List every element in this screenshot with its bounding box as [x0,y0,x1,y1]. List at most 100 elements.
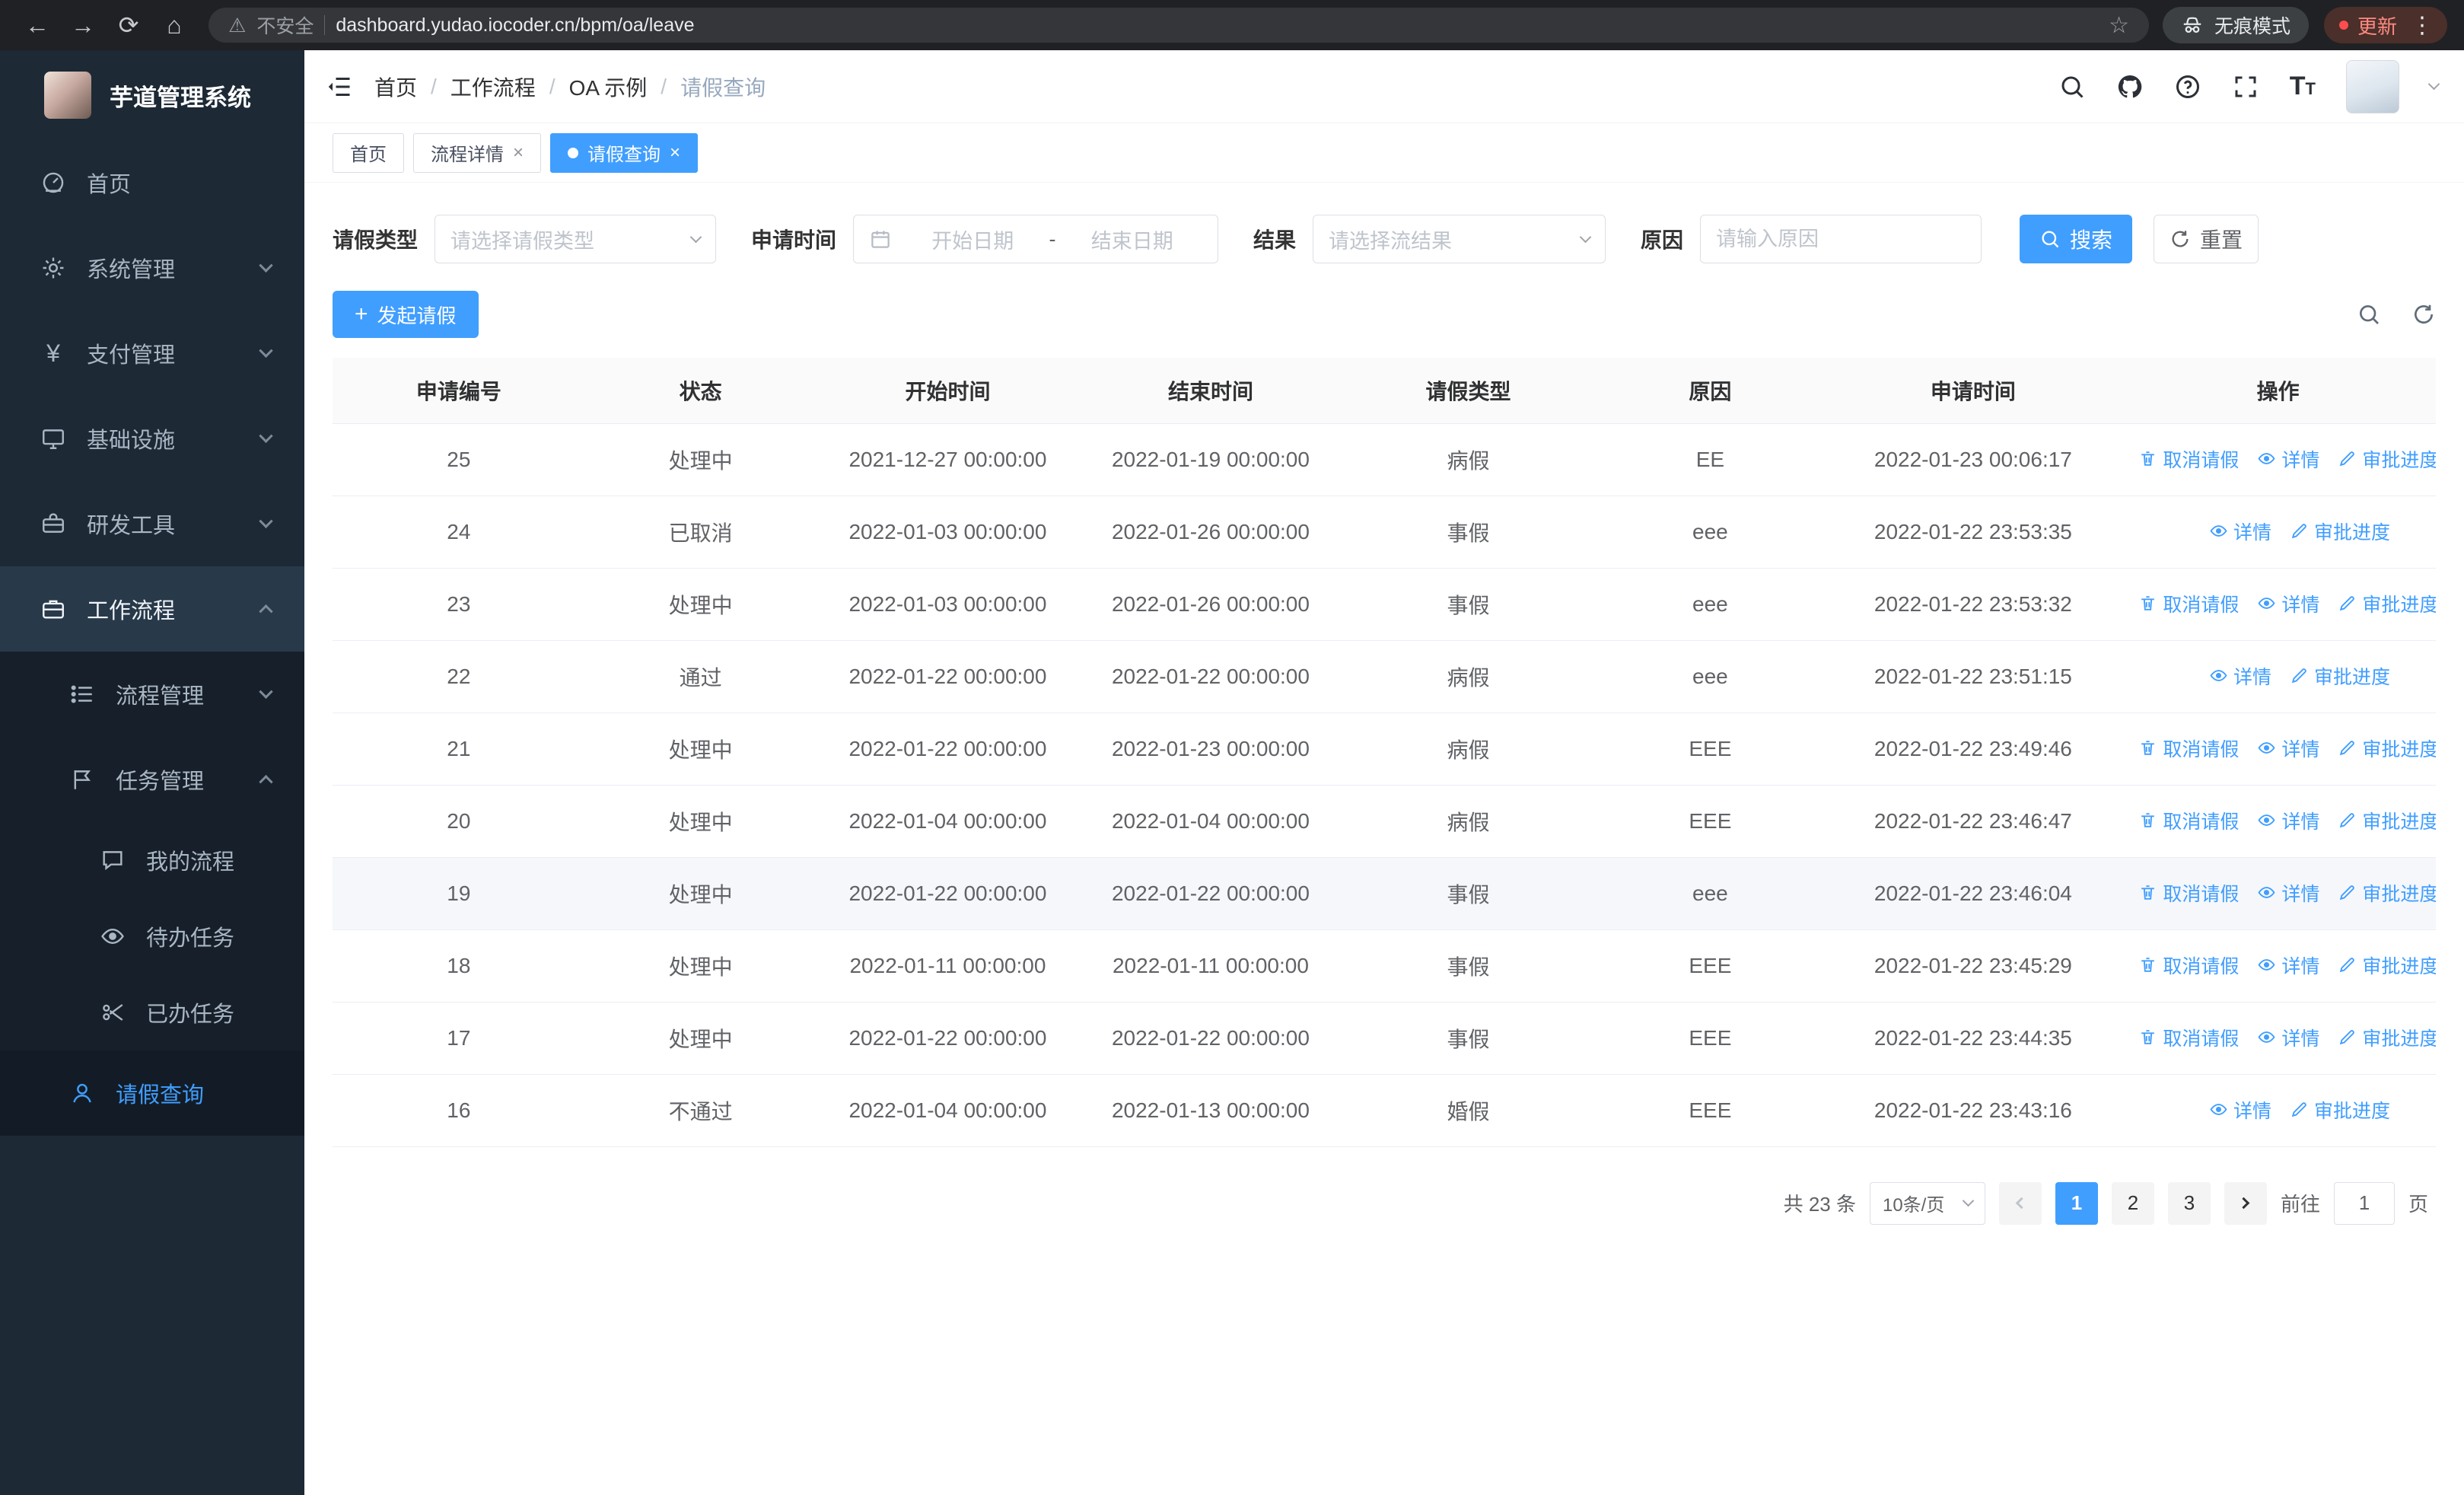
progress-link[interactable]: 审批进度 [2290,662,2390,690]
search-icon [2042,231,2059,248]
page-button-2[interactable]: 2 [2111,1181,2154,1225]
user-avatar[interactable] [2346,59,2399,113]
browser-menu-icon[interactable]: ⋮ [2406,12,2434,39]
cell-reason: EEE [1594,712,1826,786]
create-leave-label: 发起请假 [377,304,457,327]
page-size-select[interactable]: 10条/页 [1869,1181,1985,1225]
detail-link[interactable]: 详情 [2257,735,2319,762]
forward-icon[interactable]: → [62,5,103,46]
search-icon[interactable] [2058,73,2086,100]
toolbox-icon [38,511,68,537]
cancel-link[interactable]: 取消请假 [2138,445,2239,473]
tab-home[interactable]: 首页 [333,132,404,173]
page-button-1[interactable]: 1 [2055,1181,2098,1225]
breadcrumb-workflow[interactable]: 工作流程 [450,72,536,102]
detail-link[interactable]: 详情 [2257,1024,2319,1051]
progress-link[interactable]: 审批进度 [2338,590,2436,617]
sidebar-item-process-management[interactable]: 流程管理 [0,652,304,737]
cell-operations: 详情 审批进度 [2120,1074,2436,1147]
goto-page-input[interactable] [2333,1181,2395,1225]
home-icon[interactable]: ⌂ [154,5,195,46]
sidebar-item-system[interactable]: 系统管理 [0,225,304,311]
font-size-icon[interactable]: TT [2290,72,2316,101]
sidebar-item-workflow[interactable]: 工作流程 [0,566,304,652]
prev-page-button[interactable] [1998,1181,2042,1225]
sidebar-item-leave-query[interactable]: 请假查询 [0,1050,304,1136]
reset-button-label: 重置 [2200,228,2243,252]
page-button-3[interactable]: 3 [2167,1181,2211,1225]
github-icon[interactable] [2116,73,2144,100]
tab-process-detail[interactable]: 流程详情 × [413,132,542,173]
close-icon[interactable]: × [513,143,524,162]
cancel-link[interactable]: 取消请假 [2138,590,2239,617]
sidebar-item-devtools[interactable]: 研发工具 [0,481,304,566]
cell-end-time: 2022-01-22 00:00:00 [1079,1002,1342,1075]
sidebar-item-my-process[interactable]: 我的流程 [0,822,304,898]
cancel-link[interactable]: 取消请假 [2138,879,2239,907]
detail-link[interactable]: 详情 [2257,879,2319,907]
detail-link[interactable]: 详情 [2257,807,2319,834]
app-header: 首页 / 工作流程 / OA 示例 / 请假查询 T T [304,50,2464,123]
cell-status: 处理中 [584,857,817,930]
result-select[interactable]: 请选择流结果 [1313,215,1606,263]
back-icon[interactable]: ← [17,5,58,46]
breadcrumb-home[interactable]: 首页 [374,72,417,102]
bookmark-star-icon[interactable]: ☆ [2109,12,2129,39]
cell-start-time: 2022-01-11 00:00:00 [816,929,1080,1003]
progress-link[interactable]: 审批进度 [2338,952,2436,979]
close-icon[interactable]: × [670,143,680,162]
gear-icon [38,255,68,281]
detail-link[interactable]: 详情 [2209,518,2271,545]
sidebar-item-task-management[interactable]: 任务管理 [0,737,304,822]
progress-link[interactable]: 审批进度 [2338,879,2436,907]
list-icon [67,681,97,707]
cancel-link[interactable]: 取消请假 [2138,807,2239,834]
table-header-row: 申请编号 状态 开始时间 结束时间 请假类型 原因 申请时间 操作 [333,358,2436,424]
search-toggle-icon[interactable] [2357,302,2381,327]
create-leave-button[interactable]: + 发起请假 [333,291,479,338]
progress-link[interactable]: 审批进度 [2338,807,2436,834]
sidebar-item-done-tasks[interactable]: 已办任务 [0,974,304,1050]
cancel-link[interactable]: 取消请假 [2138,1024,2239,1051]
progress-link[interactable]: 审批进度 [2338,445,2436,473]
next-page-button[interactable] [2224,1181,2267,1225]
table-row: 23 处理中 2022-01-03 00:00:00 2022-01-26 00:00… [333,568,2436,641]
update-button[interactable]: 更新 ⋮ [2323,7,2447,43]
date-range-picker[interactable]: 开始日期 - 结束日期 [853,215,1219,263]
chevron-down-icon[interactable] [2427,78,2440,91]
search-button[interactable]: 搜索 [2020,215,2133,263]
address-bar[interactable]: ⚠ 不安全 dashboard.yudao.iocoder.cn/bpm/oa/… [209,8,2149,43]
security-warning-label[interactable]: 不安全 [256,11,314,39]
progress-link[interactable]: 审批进度 [2338,1024,2436,1051]
sidebar-item-payment[interactable]: ¥ 支付管理 [0,311,304,396]
help-icon[interactable] [2174,73,2201,100]
app-logo[interactable]: 芋道管理系统 [0,50,304,140]
tab-leave-query[interactable]: 请假查询 × [550,132,699,173]
leave-type-select[interactable]: 请选择请假类型 [435,215,717,263]
detail-link[interactable]: 详情 [2209,662,2271,690]
sidebar-item-todo-tasks[interactable]: 待办任务 [0,898,304,974]
cell-apply-time: 2022-01-23 00:06:17 [1826,423,2121,496]
refresh-icon[interactable] [2411,302,2436,327]
menu-fold-icon[interactable] [326,73,353,100]
breadcrumb-separator: / [431,74,437,98]
cancel-link[interactable]: 取消请假 [2138,735,2239,762]
sidebar-item-label: 系统管理 [87,258,176,282]
progress-link[interactable]: 审批进度 [2338,735,2436,762]
detail-link[interactable]: 详情 [2257,952,2319,979]
detail-link[interactable]: 详情 [2257,445,2319,473]
cell-reason: EEE [1594,1074,1826,1147]
reason-input[interactable] [1701,215,1982,263]
sidebar-item-infrastructure[interactable]: 基础设施 [0,396,304,481]
fullscreen-icon[interactable] [2232,73,2259,100]
progress-link[interactable]: 审批进度 [2290,518,2390,545]
detail-link[interactable]: 详情 [2257,590,2319,617]
breadcrumb-oa-example[interactable]: OA 示例 [569,72,648,102]
reset-button[interactable]: 重置 [2154,215,2259,263]
cancel-link[interactable]: 取消请假 [2138,952,2239,979]
header-actions: TT [2058,59,2440,113]
detail-link[interactable]: 详情 [2209,1096,2271,1124]
sidebar-item-home[interactable]: 首页 [0,140,304,225]
reload-icon[interactable]: ⟳ [108,5,149,46]
progress-link[interactable]: 审批进度 [2290,1096,2390,1124]
